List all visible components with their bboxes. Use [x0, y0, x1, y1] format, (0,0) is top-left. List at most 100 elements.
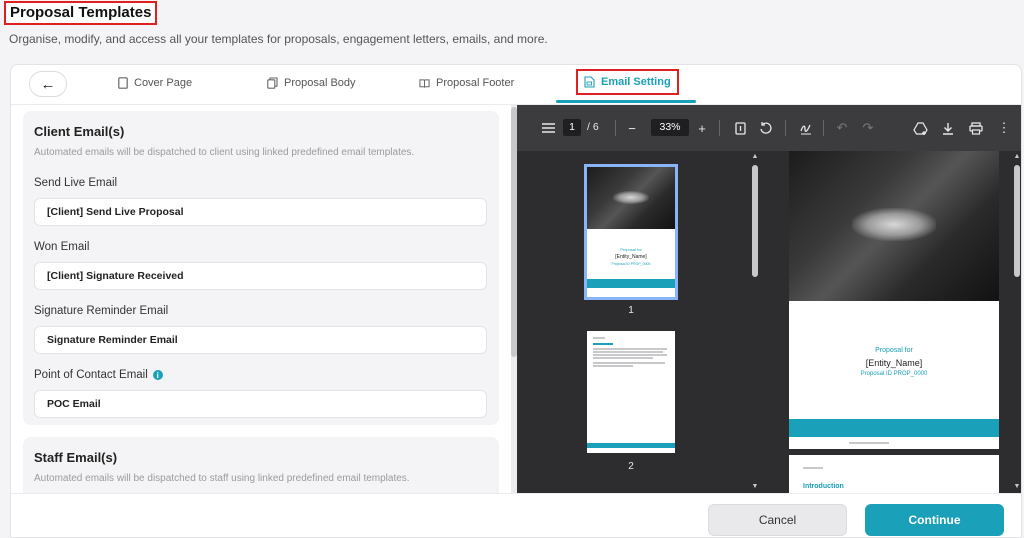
proposal-for-text: Proposal for — [875, 347, 913, 354]
page-total: / 6 — [587, 121, 599, 133]
thumb-footer-bar — [587, 443, 675, 448]
copy-icon — [267, 77, 278, 89]
signature-reminder-email-select[interactable]: Signature Reminder Email — [34, 326, 487, 354]
template-editor-card: ← Cover Page Proposal Body Proposal Foot… — [10, 64, 1022, 538]
cover-photo — [587, 167, 675, 229]
zoom-in-icon[interactable]: + — [693, 119, 711, 137]
poc-email-label: Point of Contact Email i — [34, 369, 163, 381]
page-view-scrollbar[interactable]: ▲ ▼ — [1013, 151, 1021, 493]
page-number-input[interactable]: 1 — [563, 119, 581, 136]
section-title: Client Email(s) — [34, 124, 125, 139]
cover-photo — [789, 151, 999, 301]
thumb-entity-name: [Entity_Name] — [615, 254, 647, 260]
text-line — [593, 365, 633, 367]
toolbar-divider — [615, 120, 616, 136]
rotate-icon[interactable] — [757, 119, 775, 137]
label-text: Won Email — [34, 241, 90, 253]
page-subtitle: Organise, modify, and access all your te… — [9, 32, 548, 46]
scrollbar-thumb[interactable] — [1014, 165, 1020, 277]
entity-name-text: [Entity_Name] — [865, 358, 923, 368]
undo-icon[interactable]: ↶ — [833, 119, 851, 137]
text-line — [849, 442, 889, 444]
text-line — [593, 337, 605, 339]
page-title: Proposal Templates — [4, 1, 158, 25]
tab-label: Proposal Body — [284, 77, 356, 89]
text-line — [593, 357, 653, 359]
section-title: Staff Email(s) — [34, 450, 118, 465]
scroll-down-icon[interactable]: ▼ — [1013, 483, 1021, 491]
tab-label: Proposal Footer — [436, 77, 515, 89]
info-icon[interactable]: i — [152, 370, 163, 380]
won-email-label: Won Email — [34, 241, 89, 253]
proposal-templates-page: Proposal Templates Organise, modify, and… — [0, 0, 1024, 538]
active-tab-indicator — [556, 100, 696, 103]
tab-proposal-body[interactable]: Proposal Body — [267, 73, 356, 93]
zoom-level-input[interactable]: 33% — [651, 119, 689, 136]
email-settings-pane: Client Email(s) Automated emails will be… — [11, 105, 511, 493]
thumbnails-scrollbar[interactable]: ▲ ▼ — [751, 151, 759, 493]
page-thumbnail-1[interactable]: Proposal for [Entity_Name] Proposal ID P… — [584, 164, 678, 300]
thumbnail-label-1: 1 — [628, 305, 634, 316]
text-line — [593, 348, 667, 350]
more-options-icon[interactable]: ⋮ — [995, 119, 1013, 137]
handshake-image — [852, 208, 936, 241]
page-thumbnails: Proposal for [Entity_Name] Proposal ID P… — [517, 151, 761, 493]
tab-cover-page[interactable]: Cover Page — [117, 73, 192, 93]
cancel-button[interactable]: Cancel — [708, 504, 847, 536]
tab-proposal-footer[interactable]: Proposal Footer — [419, 73, 514, 93]
back-button[interactable]: ← — [29, 71, 67, 97]
page-icon — [117, 77, 128, 89]
menu-icon[interactable] — [539, 119, 557, 137]
redo-icon[interactable]: ↷ — [859, 119, 877, 137]
fit-page-icon[interactable] — [731, 119, 749, 137]
thumb-proposal-id: Proposal ID PROP_0000 — [611, 262, 651, 266]
tab-email-setting[interactable]: Email Setting — [576, 69, 679, 95]
toolbar-divider — [719, 120, 720, 136]
staff-emails-section: Staff Email(s) Automated emails will be … — [23, 437, 499, 493]
draw-icon[interactable] — [797, 119, 815, 137]
scroll-down-icon[interactable]: ▼ — [751, 483, 759, 491]
pdf-page-1: Proposal for [Entity_Name] Proposal ID P… — [789, 151, 999, 449]
pdf-viewer: 1 / 6 − 33% + ↶ ↷ ⋮ Proposal for [Entity… — [517, 105, 1021, 493]
scrollbar-thumb[interactable] — [752, 165, 758, 277]
label-text: Point of Contact Email — [34, 369, 148, 381]
scroll-up-icon[interactable]: ▲ — [1013, 153, 1021, 161]
won-email-select[interactable]: [Client] Signature Received — [34, 262, 487, 290]
text-line — [593, 343, 613, 345]
page-footer-bar — [789, 419, 999, 437]
label-text: Signature Reminder Email — [34, 305, 169, 317]
signature-reminder-email-label: Signature Reminder Email — [34, 305, 168, 317]
download-icon[interactable] — [939, 119, 957, 137]
scroll-up-icon[interactable]: ▲ — [751, 153, 759, 161]
introduction-heading: Introduction — [803, 483, 844, 490]
send-live-email-select[interactable]: [Client] Send Live Proposal — [34, 198, 487, 226]
client-emails-section: Client Email(s) Automated emails will be… — [23, 111, 499, 425]
send-live-email-label: Send Live Email — [34, 177, 117, 189]
thumbnail-label-2: 2 — [628, 461, 634, 472]
label-text: Send Live Email — [34, 177, 118, 189]
thumb-proposal-for: Proposal for — [620, 247, 642, 252]
file-mail-icon — [584, 76, 595, 88]
tab-label: Email Setting — [601, 76, 671, 88]
tab-label: Cover Page — [134, 77, 193, 89]
text-line — [593, 362, 665, 364]
page-thumbnail-2[interactable] — [587, 331, 675, 453]
pdf-toolbar: 1 / 6 − 33% + ↶ ↷ ⋮ — [517, 105, 1021, 151]
thumb-footer-bar — [587, 279, 675, 288]
poc-email-select[interactable]: POC Email — [34, 390, 487, 418]
toolbar-divider — [823, 120, 824, 136]
text-line — [803, 467, 823, 469]
text-line — [593, 354, 667, 356]
pdf-page-2: Introduction — [789, 455, 999, 493]
proposal-id-text: Proposal ID PROP_0000 — [860, 371, 928, 377]
handshake-image — [613, 190, 649, 205]
pdf-page-view: Proposal for [Entity_Name] Proposal ID P… — [761, 151, 1021, 493]
add-drive-icon[interactable] — [911, 119, 929, 137]
action-footer: Cancel Continue — [11, 493, 1021, 537]
arrow-left-icon: ← — [40, 75, 56, 93]
continue-button[interactable]: Continue — [865, 504, 1004, 536]
zoom-out-icon[interactable]: − — [623, 119, 641, 137]
book-icon — [419, 77, 430, 89]
text-line — [593, 351, 663, 353]
print-icon[interactable] — [967, 119, 985, 137]
